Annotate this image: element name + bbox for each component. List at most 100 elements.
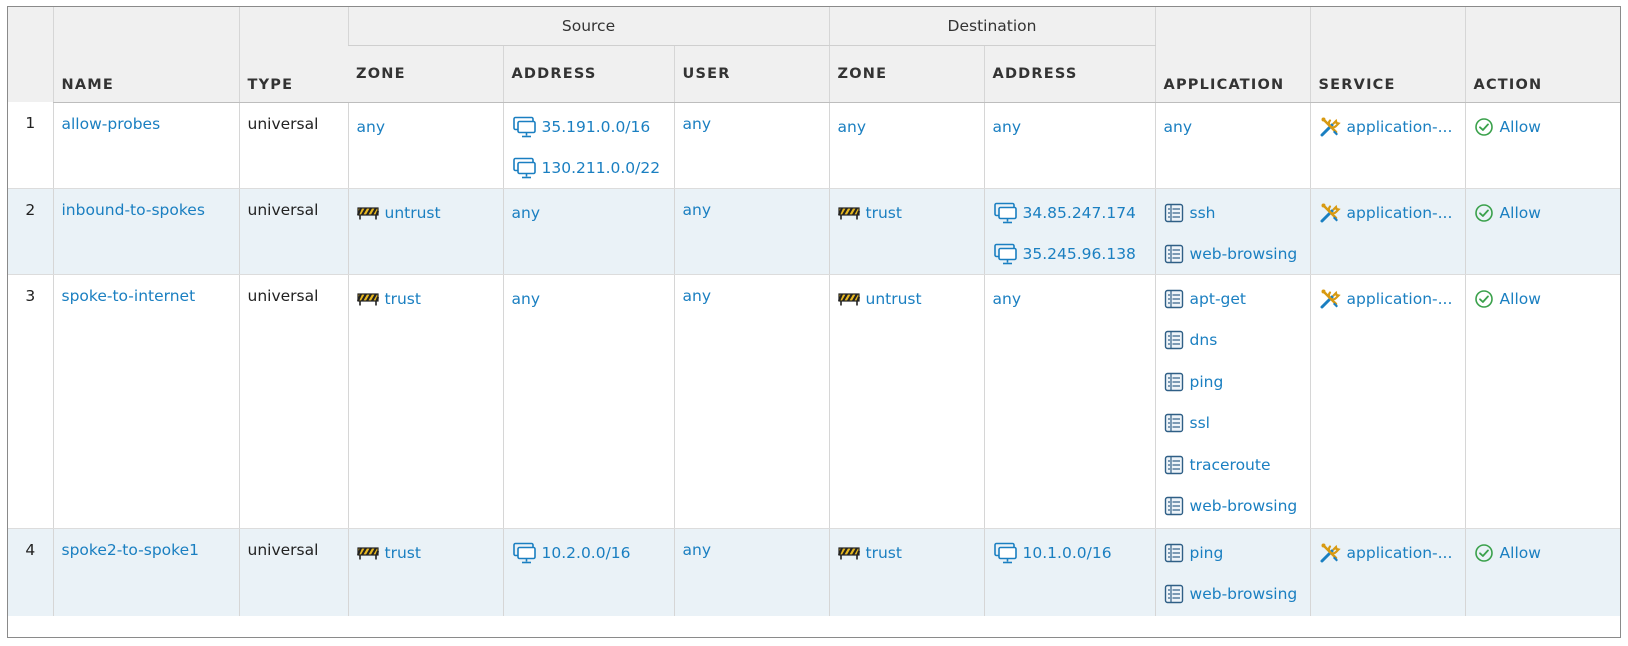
rule-number-label: 2 — [25, 200, 36, 219]
destination-address-link-label: any — [992, 117, 1022, 136]
destination-address-link[interactable]: any — [993, 287, 1147, 311]
destination-address-cell: any — [983, 274, 1156, 529]
header-destination-address[interactable]: ADDRESS — [983, 45, 1156, 103]
service-tools-icon — [1319, 542, 1341, 564]
action-allow-link[interactable]: Allow — [1474, 201, 1615, 225]
source-address-link[interactable]: any — [512, 201, 666, 225]
source-address-link[interactable]: 10.2.0.0/16 — [512, 541, 666, 565]
application-link[interactable]: web-browsing — [1164, 494, 1302, 518]
source-user-link[interactable]: any — [683, 201, 712, 219]
service-link[interactable]: application-... — [1319, 541, 1457, 565]
source-zone-link[interactable]: untrust — [356, 201, 495, 225]
service-link[interactable]: application-... — [1319, 115, 1457, 139]
destination-zone-link[interactable]: any — [838, 115, 976, 139]
security-policy-table: NAME TYPE Source Destination APPLICATION… — [8, 7, 1620, 616]
action-allow-link[interactable]: Allow — [1474, 287, 1615, 311]
application-link-label: ping — [1189, 372, 1224, 391]
source-address-link[interactable]: 130.211.0.0/22 — [512, 156, 666, 180]
destination-zone-link[interactable]: untrust — [837, 287, 976, 311]
source-zone-link[interactable]: trust — [356, 541, 495, 565]
policy-rule-row[interactable]: 2 inbound-to-spokes universal untrust any any… — [8, 188, 1620, 275]
source-zone-link-label: trust — [384, 289, 421, 308]
application-link[interactable]: ssh — [1164, 201, 1302, 225]
destination-address-link[interactable]: any — [993, 115, 1147, 139]
zone-icon-graphic — [837, 292, 860, 305]
application-icon-graphic — [1164, 455, 1183, 474]
application-link-label: ping — [1189, 543, 1224, 562]
rule-type-label: universal — [247, 114, 319, 133]
application-link[interactable]: web-browsing — [1164, 242, 1302, 266]
header-source-address[interactable]: ADDRESS — [502, 45, 674, 103]
source-zone-link[interactable]: any — [357, 115, 495, 139]
security-policy-table-frame: NAME TYPE Source Destination APPLICATION… — [7, 6, 1621, 638]
rule-name-link[interactable]: inbound-to-spokes — [62, 201, 205, 219]
source-address-link[interactable]: 35.191.0.0/16 — [512, 115, 666, 139]
rule-number-label: 4 — [25, 540, 36, 559]
address-icon-graphic — [512, 157, 536, 179]
rule-name-cell: spoke2-to-spoke1 — [52, 528, 239, 616]
service-tools-icon — [1319, 202, 1341, 224]
application-link-label: ssl — [1189, 414, 1210, 432]
rule-name-link[interactable]: allow-probes — [62, 115, 161, 133]
policy-rule-row[interactable]: 1 allow-probes universal any 35.191.0.0/16 13… — [8, 102, 1620, 189]
application-link[interactable]: traceroute — [1164, 453, 1302, 477]
application-icon — [1164, 455, 1184, 475]
source-user-link[interactable]: any — [683, 115, 712, 133]
header-name[interactable]: NAME — [52, 7, 239, 103]
header-destination-zone[interactable]: ZONE — [828, 45, 985, 103]
action-cell: Allow — [1464, 274, 1620, 529]
application-link[interactable]: web-browsing — [1164, 582, 1302, 606]
rule-name-link[interactable]: spoke2-to-spoke1 — [62, 541, 199, 559]
application-link[interactable]: ping — [1164, 370, 1302, 394]
header-action-label: ACTION — [1473, 76, 1543, 93]
application-icon-graphic — [1164, 203, 1183, 222]
rule-type-label: universal — [247, 286, 319, 305]
source-user-link[interactable]: any — [683, 541, 712, 559]
application-link[interactable]: ssl — [1164, 411, 1302, 435]
service-tools-icon — [1319, 116, 1341, 138]
header-source-zone[interactable]: ZONE — [348, 45, 503, 103]
policy-rule-row[interactable]: 3 spoke-to-internet universal trust any any un… — [8, 274, 1620, 529]
destination-address-link[interactable]: 34.85.247.174 — [993, 201, 1147, 225]
header-type[interactable]: TYPE — [238, 7, 348, 103]
header-source-user[interactable]: USER — [673, 45, 830, 103]
action-allow-link[interactable]: Allow — [1474, 115, 1615, 139]
application-link[interactable]: apt-get — [1164, 287, 1302, 311]
source-address-link-label: 10.2.0.0/16 — [541, 543, 631, 562]
header-action[interactable]: ACTION — [1464, 7, 1620, 103]
application-link[interactable]: dns — [1164, 328, 1302, 352]
destination-zone-link[interactable]: trust — [837, 541, 976, 565]
source-address-link[interactable]: any — [512, 287, 666, 311]
zone-icon-graphic — [837, 546, 860, 559]
application-icon — [1164, 244, 1184, 264]
application-link-label: web-browsing — [1189, 585, 1298, 603]
destination-zone-link[interactable]: trust — [837, 201, 976, 225]
source-address-cell: 35.191.0.0/16 130.211.0.0/22 — [502, 102, 674, 189]
policy-rule-row[interactable]: 4 spoke2-to-spoke1 universal trust 10.2.0.0/… — [8, 528, 1620, 616]
action-allow-link[interactable]: Allow — [1474, 541, 1615, 565]
destination-address-link[interactable]: 35.245.96.138 — [993, 242, 1147, 266]
service-link[interactable]: application-... — [1319, 287, 1457, 311]
application-link[interactable]: any — [1164, 115, 1302, 139]
application-icon-graphic — [1164, 496, 1183, 516]
header-row-number — [8, 7, 53, 102]
header-application-label: APPLICATION — [1163, 76, 1285, 93]
rule-name-link[interactable]: spoke-to-internet — [62, 287, 196, 305]
zone-icon-graphic — [356, 546, 379, 559]
header-application[interactable]: APPLICATION — [1154, 7, 1311, 103]
zone-icon-graphic — [356, 292, 379, 305]
allow-check-icon-graphic — [1474, 203, 1493, 222]
source-user-cell: any — [673, 102, 830, 189]
source-user-cell: any — [673, 528, 830, 616]
application-link-label: any — [1163, 117, 1193, 136]
destination-address-link[interactable]: 10.1.0.0/16 — [993, 541, 1147, 565]
source-zone-link[interactable]: trust — [356, 287, 495, 311]
zone-icon — [837, 206, 860, 220]
header-service[interactable]: SERVICE — [1309, 7, 1466, 103]
source-zone-cell: trust — [347, 274, 503, 529]
service-link[interactable]: application-... — [1319, 201, 1457, 225]
source-user-link[interactable]: any — [683, 287, 712, 305]
rule-number: 2 — [8, 188, 53, 275]
rule-number-label: 1 — [25, 114, 36, 132]
application-link[interactable]: ping — [1164, 541, 1302, 565]
